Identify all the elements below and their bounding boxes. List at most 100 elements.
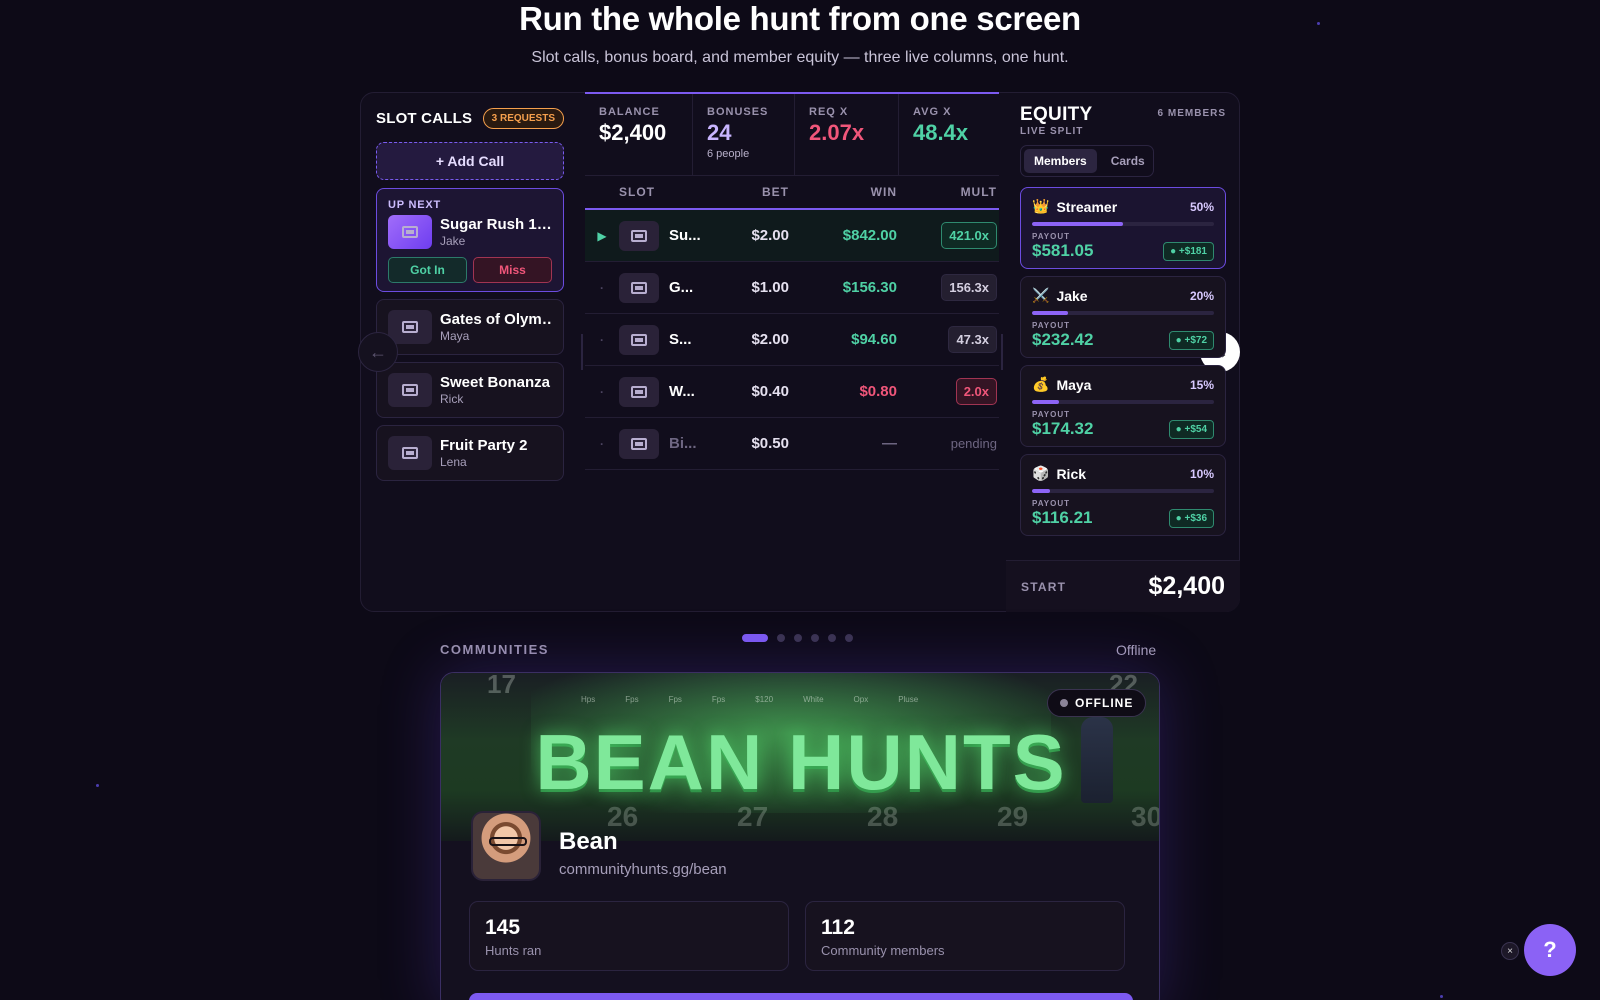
board-row[interactable]: · Bi... $0.50 — pending [585,418,999,470]
call-queue-item[interactable]: Fruit Party 2 Lena [376,425,564,481]
banner-number: 27 [737,801,769,832]
board-row[interactable]: · G... $1.00 $156.30 156.3x [585,262,999,314]
row-bet: $2.00 [751,227,789,244]
communities-label: COMMUNITIES [440,642,549,657]
row-slot: W... [669,383,695,400]
stat-value: 24 [707,120,732,145]
slot-thumbnail [388,310,432,344]
requests-badge[interactable]: 3 REQUESTS [482,107,564,129]
prev-arrow-button[interactable]: ← [358,332,398,372]
call-slot-name: Gates of Olympus [440,311,552,328]
stat-label: BONUSES [707,106,769,118]
slot-machine-icon [402,321,418,333]
slot-thumbnail [619,272,659,303]
slot-calls-title: SLOT CALLS [376,109,473,127]
share-bar [1032,311,1214,315]
hero-subtitle: Slot calls, bonus board, and member equi… [531,49,1069,66]
call-queue-item[interactable]: Sweet Bonanza Rick [376,362,564,418]
member-gain-badge: ● +$36 [1168,508,1214,528]
stat-req-x: REQ X 2.07x [795,94,899,175]
row-mult: 421.0x [897,222,997,249]
share-bar-fill [1032,489,1051,493]
col-mult: MULT [960,185,997,199]
member-name: Jake [1056,287,1088,304]
banner-number: 30 [1131,801,1160,832]
page-dot[interactable] [845,634,853,642]
banner-key: Fps [668,695,682,704]
add-call-button[interactable]: + Add Call [376,142,564,180]
row-marker: · [600,436,604,451]
banner-key: Pluse [898,695,919,704]
stat-avg-x: AVG X 48.4x [899,94,999,175]
mult-badge: 47.3x [948,326,997,353]
join-community-button[interactable] [469,993,1133,1000]
slot-machine-icon [631,385,647,398]
board-row[interactable]: · W... $0.40 $0.80 2.0x [585,366,999,418]
stat-value: 145 [485,916,521,939]
row-win: $842.00 [842,227,897,244]
slot-machine-icon [631,229,647,242]
stat-value: 2.07x [809,120,865,145]
mult-badge: 156.3x [941,274,997,301]
stat-label: Community members [821,943,945,958]
page-dot[interactable] [777,634,785,642]
page-dot[interactable] [828,634,836,642]
banner-key: Fps [625,695,639,704]
offline-badge: OFFLINE [1047,689,1147,717]
member-card[interactable]: 👑 Streamer 50% PAYOUT $581.05 ● +$181 [1020,187,1226,269]
tab-cards[interactable]: Cards [1101,149,1155,173]
carousel-pagination [742,634,853,642]
up-next-card[interactable]: UP NEXT Sugar Rush 1000 Jake Got In Miss [376,188,564,292]
member-card[interactable]: 💰 Maya 15% PAYOUT $174.32 ● +$54 [1020,365,1226,447]
community-card[interactable]: 17 22 Hps Fps Fps Fps $120 White Opx Plu… [440,672,1160,1000]
payout-label: PAYOUT [1032,321,1071,330]
row-bet: $0.50 [751,435,789,452]
stat-label: AVG X [913,106,952,118]
board-header: SLOT BET WIN MULT [585,176,999,210]
got-in-button[interactable]: Got In [388,257,467,283]
banner-key: White [803,695,824,704]
row-win: — [882,435,897,452]
banner-key: $120 [755,695,774,704]
slot-thumbnail [388,436,432,470]
row-slot: G... [669,279,694,296]
slot-machine-icon [402,447,418,459]
row-slot: Bi... [669,435,697,452]
close-icon[interactable]: × [1501,942,1519,960]
help-button[interactable]: ? [1524,924,1576,976]
up-next-label: UP NEXT [388,199,442,211]
hunts-ran-stat: 145 Hunts ran [469,901,789,971]
page-dot[interactable] [742,634,768,642]
members-count: 6 MEMBERS [1157,108,1226,119]
share-bar [1032,400,1214,404]
communities-status: Offline [1116,642,1157,658]
share-bar-fill [1032,400,1060,404]
row-mult: 156.3x [897,274,997,301]
row-win: $0.80 [859,383,897,400]
call-queue-item[interactable]: Gates of Olympus Maya [376,299,564,355]
member-share: 10% [1189,466,1214,481]
mult-badge: 2.0x [955,378,997,405]
mult-badge: 421.0x [941,222,997,249]
page-dot[interactable] [794,634,802,642]
background-star [96,784,99,787]
community-url[interactable]: communityhunts.gg/bean [559,861,727,878]
member-card[interactable]: ⚔️ Jake 20% PAYOUT $232.42 ● +$72 [1020,276,1226,358]
member-gain-badge: ● +$181 [1163,241,1214,261]
row-marker: · [600,280,604,295]
up-next-user: Jake [440,234,466,248]
start-value: $2,400 [1148,572,1225,600]
slot-machine-icon [402,384,418,396]
tab-members[interactable]: Members [1024,149,1097,173]
stat-balance: BALANCE $2,400 [585,94,693,175]
banner-key: Opx [853,695,869,704]
member-card[interactable]: 🎲 Rick 10% PAYOUT $116.21 ● +$36 [1020,454,1226,536]
board-rows: ▶ Su... $2.00 $842.00 421.0x · G... $1.00 $156.3… [585,210,999,470]
miss-button[interactable]: Miss [473,257,552,283]
board-row[interactable]: ▶ Su... $2.00 $842.00 421.0x [585,210,999,262]
board-row[interactable]: · S... $2.00 $94.60 47.3x [585,314,999,366]
page-dot[interactable] [811,634,819,642]
member-payout: $116.21 [1032,508,1093,527]
stat-label: BALANCE [599,106,660,118]
call-user: Lena [440,455,467,469]
